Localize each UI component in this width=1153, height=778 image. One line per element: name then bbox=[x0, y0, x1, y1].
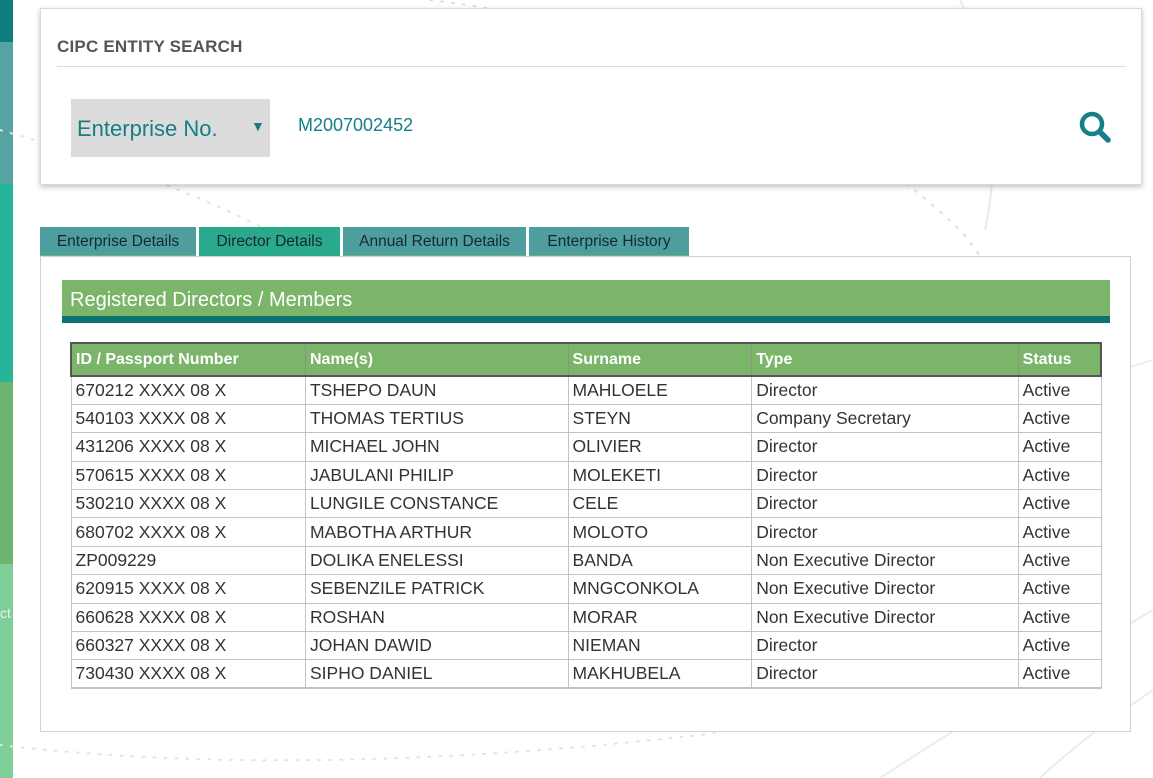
cell-status: Active bbox=[1017, 545, 1102, 576]
cell-status: Active bbox=[1017, 489, 1102, 519]
cell-surname: MORAR bbox=[567, 602, 753, 633]
cell-status: Active bbox=[1017, 659, 1102, 690]
table-row: 670212 XXXX 08 X TSHEPO DAUN MAHLOELE Direc… bbox=[70, 375, 1102, 405]
cell-surname: BANDA bbox=[567, 545, 753, 576]
cell-names: MICHAEL JOHN bbox=[304, 432, 569, 462]
search-type-selected-value: Enterprise No. bbox=[77, 116, 218, 141]
table-row: 730430 XXXX 08 X SIPHO DANIEL MAKHUBELA Dir… bbox=[70, 659, 1102, 690]
cell-names: SEBENZILE PATRICK bbox=[304, 574, 569, 604]
cell-id: 660327 XXXX 08 X bbox=[70, 631, 306, 661]
sidebar-strip-segment bbox=[0, 184, 13, 382]
cell-type: Director bbox=[751, 659, 1019, 690]
cell-names: SIPHO DANIEL bbox=[304, 659, 569, 690]
cell-id: 670212 XXXX 08 X bbox=[70, 375, 306, 405]
cell-names: THOMAS TERTIUS bbox=[304, 403, 569, 434]
cell-type: Company Secretary bbox=[751, 403, 1019, 434]
section-title: Registered Directors / Members bbox=[70, 289, 353, 311]
search-button[interactable] bbox=[1077, 109, 1113, 145]
table-row: 680702 XXXX 08 X MABOTHA ARTHUR MOLOTO Dire… bbox=[70, 517, 1102, 547]
table-row: 660327 XXXX 08 X JOHAN DAWID NIEMAN Directo… bbox=[70, 631, 1102, 661]
cell-surname: MNGCONKOLA bbox=[567, 574, 753, 604]
cell-id: 660628 XXXX 08 X bbox=[70, 602, 306, 633]
directors-table: ID / Passport Number Name(s) Surname Typ… bbox=[69, 342, 1102, 690]
cell-surname: CELE bbox=[567, 489, 753, 519]
search-input[interactable]: M2007002452 bbox=[298, 115, 413, 136]
sidebar-strip-segment bbox=[0, 0, 13, 42]
column-header-names: Name(s) bbox=[304, 342, 569, 377]
column-header-status: Status bbox=[1017, 342, 1102, 377]
cell-id: 730430 XXXX 08 X bbox=[70, 659, 306, 690]
table-row: 570615 XXXX 08 X JABULANI PHILIP MOLEKETI D… bbox=[70, 460, 1102, 491]
cell-type: Director bbox=[751, 631, 1019, 661]
sidebar-partial-text: ct bbox=[0, 605, 11, 621]
cell-names: DOLIKA ENELESSI bbox=[304, 545, 569, 576]
sidebar-strip-segment bbox=[0, 382, 13, 564]
cell-status: Active bbox=[1017, 517, 1102, 547]
cell-type: Director bbox=[751, 517, 1019, 547]
cell-type: Non Executive Director bbox=[751, 602, 1019, 633]
cell-status: Active bbox=[1017, 432, 1102, 462]
cell-status: Active bbox=[1017, 574, 1102, 604]
section-header: Registered Directors / Members bbox=[62, 280, 1110, 323]
sidebar-strip-segment bbox=[0, 564, 13, 778]
cell-names: ROSHAN bbox=[304, 602, 569, 633]
entity-search-card: CIPC ENTITY SEARCH Enterprise No. ▼ M200… bbox=[40, 8, 1142, 185]
cell-surname: MAHLOELE bbox=[567, 375, 753, 405]
divider bbox=[57, 66, 1126, 67]
tab-annual-return-details[interactable]: Annual Return Details bbox=[343, 227, 526, 258]
cell-id: 431206 XXXX 08 X bbox=[70, 432, 306, 462]
tab-enterprise-details[interactable]: Enterprise Details bbox=[40, 227, 196, 258]
tab-enterprise-history[interactable]: Enterprise History bbox=[529, 227, 689, 258]
cell-id: 570615 XXXX 08 X bbox=[70, 460, 306, 491]
cell-status: Active bbox=[1017, 375, 1102, 405]
search-title: CIPC ENTITY SEARCH bbox=[57, 37, 243, 56]
table-header-row: ID / Passport Number Name(s) Surname Typ… bbox=[69, 342, 1102, 377]
table-row: 620915 XXXX 08 X SEBENZILE PATRICK MNGCONK… bbox=[70, 574, 1102, 604]
cell-type: Director bbox=[751, 489, 1019, 519]
cell-surname: NIEMAN bbox=[567, 631, 753, 661]
column-header-surname: Surname bbox=[567, 342, 753, 377]
table-row: 530210 XXXX 08 X LUNGILE CONSTANCE CELE Dir… bbox=[70, 489, 1102, 519]
cell-id: ZP009229 bbox=[70, 545, 306, 576]
cell-status: Active bbox=[1017, 403, 1102, 434]
cell-type: Director bbox=[751, 375, 1019, 405]
cell-names: JABULANI PHILIP bbox=[304, 460, 569, 491]
cell-type: Director bbox=[751, 432, 1019, 462]
tab-director-details[interactable]: Director Details bbox=[199, 227, 340, 258]
cell-names: MABOTHA ARTHUR bbox=[304, 517, 569, 547]
table-row: ZP009229 DOLIKA ENELESSI BANDA Non Executiv… bbox=[70, 545, 1102, 576]
cell-id: 620915 XXXX 08 X bbox=[70, 574, 306, 604]
table-row: 431206 XXXX 08 X MICHAEL JOHN OLIVIER Direc… bbox=[70, 432, 1102, 462]
column-header-id: ID / Passport Number bbox=[69, 342, 306, 377]
cell-type: Non Executive Director bbox=[751, 574, 1019, 604]
column-header-type: Type bbox=[751, 342, 1019, 377]
dropdown-arrow-icon: ▼ bbox=[251, 118, 265, 134]
director-details-panel: Registered Directors / Members ID / Pass… bbox=[40, 256, 1131, 732]
cell-names: TSHEPO DAUN bbox=[304, 375, 569, 405]
cell-names: JOHAN DAWID bbox=[304, 631, 569, 661]
cell-status: Active bbox=[1017, 460, 1102, 491]
cell-surname: MAKHUBELA bbox=[567, 659, 753, 690]
cell-surname: OLIVIER bbox=[567, 432, 753, 462]
cell-type: Non Executive Director bbox=[751, 545, 1019, 576]
cell-surname: MOLEKETI bbox=[567, 460, 753, 491]
cell-surname: MOLOTO bbox=[567, 517, 753, 547]
cell-status: Active bbox=[1017, 631, 1102, 661]
table-body: 670212 XXXX 08 X TSHEPO DAUN MAHLOELE Direc… bbox=[70, 375, 1102, 690]
cell-status: Active bbox=[1017, 602, 1102, 633]
cell-surname: STEYN bbox=[567, 403, 753, 434]
sidebar-strip-segment bbox=[0, 42, 13, 184]
table-row: 540103 XXXX 08 X THOMAS TERTIUS STEYN Compa… bbox=[70, 403, 1102, 434]
cell-id: 530210 XXXX 08 X bbox=[70, 489, 306, 519]
search-type-select[interactable]: Enterprise No. ▼ bbox=[71, 99, 270, 157]
search-icon bbox=[1079, 111, 1111, 143]
cell-names: LUNGILE CONSTANCE bbox=[304, 489, 569, 519]
table-row: 660628 XXXX 08 X ROSHAN MORAR Non Executive… bbox=[70, 602, 1102, 633]
cell-id: 540103 XXXX 08 X bbox=[70, 403, 306, 434]
cell-id: 680702 XXXX 08 X bbox=[70, 517, 306, 547]
cell-type: Director bbox=[751, 460, 1019, 491]
page: ct CIPC ENTITY SEARCH Enterprise No. ▼ M… bbox=[0, 0, 1153, 778]
